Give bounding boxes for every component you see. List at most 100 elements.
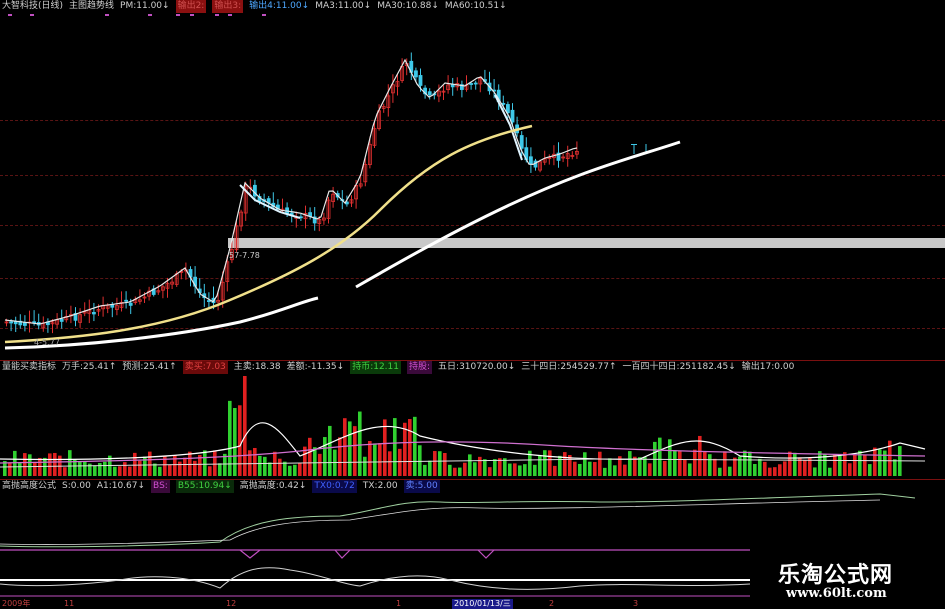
volume-bar: [823, 454, 827, 476]
volume-bar: [728, 466, 732, 476]
volume-bar: [743, 450, 747, 476]
volume-bar: [868, 464, 872, 476]
candle-body: [519, 135, 524, 149]
volume-bar: [518, 465, 522, 476]
candlestick-chart[interactable]: [0, 0, 945, 352]
volume-bar: [28, 454, 32, 476]
volume-bar: [873, 447, 877, 476]
candle-body: [469, 83, 474, 85]
volume-bar: [763, 461, 767, 476]
volume-bar: [218, 463, 222, 476]
watermark-title: 乐淘公式网: [778, 562, 894, 588]
volume-bar: [533, 464, 537, 476]
volume-bar: [778, 464, 782, 476]
volume-bar: [428, 460, 432, 476]
volume-bar: [133, 452, 137, 476]
volume-bar: [323, 437, 327, 476]
volume-bar: [278, 458, 282, 476]
volume-bar: [423, 464, 427, 476]
volume-bar: [793, 452, 797, 476]
volume-bar: [363, 456, 367, 476]
volume-bar: [893, 459, 897, 476]
time-axis-label: 2: [549, 599, 555, 608]
signal-marker: [176, 14, 180, 16]
signal-marker: [148, 14, 152, 16]
candle-body: [413, 70, 418, 78]
volume-bar: [483, 459, 487, 476]
volume-bar: [513, 463, 517, 476]
volume-bar: [388, 451, 392, 476]
volume-bar: [68, 450, 72, 476]
signal-marker: [262, 14, 266, 16]
volume-bar: [243, 376, 247, 476]
price-chart-panel[interactable]: 大智科技(日线) 主图趋势线 PM:11.00↓ 输出2: 输出3: 输出4:11.00↓…: [0, 0, 945, 352]
volume-bars-chart[interactable]: [0, 361, 945, 479]
candle-body: [59, 318, 64, 322]
volume-bar: [848, 463, 852, 476]
volume-bar: [558, 455, 562, 476]
volume-bar: [298, 463, 302, 476]
volume-bar: [158, 466, 162, 476]
volume-bar: [258, 455, 262, 476]
volume-bar: [818, 451, 822, 476]
volume-bar: [598, 451, 602, 476]
volume-bar: [453, 467, 457, 476]
volume-bar: [273, 451, 277, 476]
volume-bar: [183, 457, 187, 476]
time-axis-label: 3: [633, 599, 639, 608]
time-axis-label: 1: [396, 599, 402, 608]
volume-bar: [588, 461, 592, 476]
volume-bar: [473, 462, 477, 476]
candle-body: [427, 91, 432, 96]
volume-bar: [43, 457, 47, 476]
time-axis-label: 11: [64, 599, 75, 608]
volume-bar: [628, 451, 632, 476]
low-price-label: 4-5.77: [34, 338, 60, 347]
volume-bar: [843, 452, 847, 476]
signal-marker: [228, 14, 232, 16]
time-axis-label: 2010/01/13/三: [452, 599, 513, 609]
volume-bar: [403, 422, 407, 476]
volume-bar: [33, 461, 37, 476]
signal-marker: [190, 14, 194, 16]
watermark-url: www.60lt.com: [786, 586, 887, 601]
volume-bar: [593, 462, 597, 476]
oscillator-signal-line: [0, 567, 751, 590]
volume-bar: [228, 400, 232, 476]
oscillator-level-dip: [239, 549, 495, 559]
volume-bar: [313, 447, 317, 476]
ma3-line: [4, 58, 578, 325]
candle-body: [206, 300, 211, 303]
volume-bar: [678, 451, 682, 476]
volume-bar: [723, 451, 727, 476]
volume-bar: [768, 467, 772, 476]
price-marker-label: 57-7.78: [229, 251, 260, 260]
volume-bar: [643, 457, 647, 476]
volume-bar: [718, 467, 722, 476]
volume-bar: [658, 437, 662, 476]
volume-bar: [773, 467, 777, 476]
volume-bar: [128, 466, 132, 476]
volume-bar: [338, 437, 342, 476]
volume-bar: [318, 453, 322, 476]
volume-bar: [213, 450, 217, 476]
volume-indicator-panel[interactable]: 量能买卖指标 万手:25.41↑ 预测:25.41↑ 卖买:7.03 主卖:18.38 差…: [0, 360, 945, 479]
volume-bar: [53, 452, 57, 476]
volume-bar: [233, 408, 237, 476]
volume-bar: [748, 451, 752, 476]
volume-bar: [788, 451, 792, 476]
volume-bar: [573, 461, 577, 476]
volume-bar: [373, 443, 377, 476]
time-axis-label: 2009年: [2, 599, 31, 608]
volume-bar: [378, 443, 382, 476]
volume-bar: [443, 453, 447, 476]
signal-marker: [215, 14, 219, 16]
volume-bar: [698, 435, 702, 476]
signal-marker: [105, 14, 109, 16]
volume-bar: [178, 461, 182, 476]
volume-bar: [413, 416, 417, 476]
volume-bar: [548, 450, 552, 476]
volume-bar: [488, 467, 492, 476]
signal-marker: [8, 14, 12, 16]
volume-bar: [248, 450, 252, 476]
